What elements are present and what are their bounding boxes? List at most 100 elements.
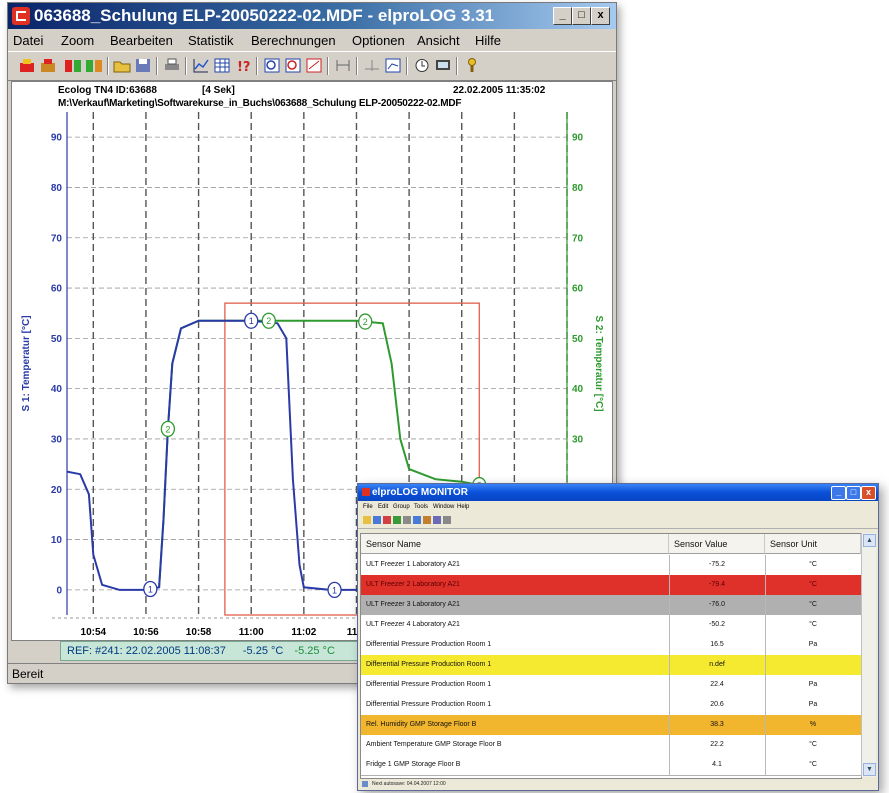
open-folder-icon[interactable] [113, 57, 131, 74]
monitor-menu-tools[interactable]: Tools [414, 504, 428, 510]
close-button[interactable]: x [591, 7, 610, 25]
table-row[interactable]: Differential Pressure Production Room 1 1… [361, 635, 861, 656]
series-marker-label: 2 [165, 424, 170, 434]
info-icon[interactable]: !? [234, 57, 252, 74]
table-row[interactable]: Fridge 1 GMP Storage Floor B 4.1 °C [361, 755, 861, 776]
status-text: Bereit [12, 667, 44, 681]
maximize-button[interactable]: □ [572, 7, 591, 25]
y-left-tick-label: 20 [51, 485, 63, 496]
column-sensor-value[interactable]: Sensor Value [669, 534, 765, 554]
table-view-icon[interactable] [213, 57, 231, 74]
monitor-open-icon[interactable] [363, 516, 371, 524]
monitor-menu-edit[interactable]: Edit [378, 504, 388, 510]
monitor-menu-window[interactable]: Window [433, 504, 454, 510]
monitor-toolbar [358, 514, 878, 529]
print-icon[interactable] [163, 57, 181, 74]
table-row[interactable]: ULT Freezer 2 Laboratory A21 -79.4 °C [361, 575, 861, 596]
menu-datei[interactable]: Datei [13, 33, 43, 48]
menu-bearbeiten[interactable]: Bearbeiten [110, 33, 173, 48]
y-right-axis-title: S 2: Temperatur [°C] [593, 315, 604, 411]
zoom-reset-icon[interactable] [305, 57, 323, 74]
autosave-icon [362, 781, 368, 787]
monitor-maximize-button[interactable]: □ [846, 486, 861, 500]
sensor-value-cell: -50.2 [709, 621, 725, 628]
sensor-name-cell: ULT Freezer 3 Laboratory A21 [366, 601, 460, 608]
column-divider [669, 695, 670, 715]
monitor-alarm-icon[interactable] [383, 516, 391, 524]
y-left-tick-label: 10 [51, 535, 63, 546]
menu-ansicht[interactable]: Ansicht [417, 33, 460, 48]
monitor-refresh-icon[interactable] [393, 516, 401, 524]
zoom-area-icon[interactable] [284, 57, 302, 74]
display-icon[interactable] [434, 57, 452, 74]
y-right-tick-label: 50 [572, 334, 584, 345]
table-row[interactable]: ULT Freezer 4 Laboratory A21 -50.2 °C [361, 615, 861, 636]
monitor-help-icon[interactable] [443, 516, 451, 524]
logger-program-icon[interactable] [39, 57, 57, 74]
monitor-chart-icon[interactable] [413, 516, 421, 524]
sensor-name-cell: Rel. Humidity GMP Storage Floor B [366, 721, 477, 728]
sensor-unit-cell: Pa [808, 681, 818, 688]
logger-read-icon[interactable] [18, 57, 36, 74]
monitor-app-icon [362, 488, 370, 496]
menu-zoom[interactable]: Zoom [61, 33, 94, 48]
sensor-unit-cell: °C [809, 741, 817, 748]
scroll-down-arrow[interactable]: ▼ [863, 763, 876, 776]
chart-view-icon[interactable] [192, 57, 210, 74]
monitor-group-icon[interactable] [423, 516, 431, 524]
monitor-tools-icon[interactable] [433, 516, 441, 524]
zoom-icon[interactable] [263, 57, 281, 74]
multi-program-icon[interactable] [85, 57, 103, 74]
sensor-value-cell: 4.1 [712, 761, 722, 768]
monitor-save-icon[interactable] [373, 516, 381, 524]
monitor-menu-help[interactable]: Help [457, 504, 469, 510]
y-right-tick-label: 30 [572, 434, 584, 445]
table-row[interactable]: ULT Freezer 1 Laboratory A21 -75.2 °C [361, 555, 861, 576]
monitor-close-button[interactable]: x [861, 486, 876, 500]
clock-icon[interactable] [413, 57, 431, 74]
monitor-title-bar[interactable]: elproLOG MONITOR _ □ x [358, 484, 878, 501]
sensor-unit-cell: °C [809, 561, 817, 568]
menu-statistik[interactable]: Statistik [188, 33, 234, 48]
sensor-unit-cell: °C [809, 581, 817, 588]
split-icon[interactable] [334, 57, 352, 74]
table-row[interactable]: Differential Pressure Production Room 1 2… [361, 675, 861, 696]
menu-optionen[interactable]: Optionen [352, 33, 405, 48]
column-sensor-unit[interactable]: Sensor Unit [765, 534, 861, 554]
monitor-settings-icon[interactable] [403, 516, 411, 524]
multi-logger-icon[interactable] [64, 57, 82, 74]
table-row[interactable]: Differential Pressure Production Room 1 n… [361, 655, 861, 676]
table-row[interactable]: ULT Freezer 3 Laboratory A21 -76.0 °C [361, 595, 861, 616]
table-row[interactable]: Differential Pressure Production Room 1 2… [361, 695, 861, 716]
toolbar-separator [406, 57, 408, 75]
save-icon[interactable] [134, 57, 152, 74]
monitor-menu-file[interactable]: File [363, 504, 373, 510]
help-icon[interactable] [463, 57, 481, 74]
monitor-status-text: Next autosave: 04.04.2007 12:00 [372, 781, 446, 787]
menu-berechnungen[interactable]: Berechnungen [251, 33, 336, 48]
reference-text: REF: #241: 22.02.2005 11:08:37 [67, 645, 226, 657]
column-divider [765, 715, 766, 735]
toolbar-separator [356, 57, 358, 75]
menu-hilfe[interactable]: Hilfe [475, 33, 501, 48]
sensor-value-cell: 22.4 [710, 681, 724, 688]
reference-icon[interactable] [363, 57, 381, 74]
scroll-up-arrow[interactable]: ▲ [863, 534, 876, 547]
y-left-tick-label: 80 [51, 183, 63, 194]
sensor-value-cell: 38.3 [710, 721, 724, 728]
scale-icon[interactable] [384, 57, 402, 74]
x-tick-label: 10:58 [186, 627, 212, 638]
column-divider [669, 715, 670, 735]
monitor-menu-group[interactable]: Group [393, 504, 410, 510]
title-bar[interactable]: 063688_Schulung ELP-20050222-02.MDF - el… [8, 3, 616, 29]
vertical-scrollbar[interactable]: ▲ ▼ [861, 533, 876, 777]
monitor-minimize-button[interactable]: _ [831, 486, 846, 500]
table-row[interactable]: Ambient Temperature GMP Storage Floor B 2… [361, 735, 861, 756]
column-divider [765, 595, 766, 615]
column-divider [765, 655, 766, 675]
column-sensor-name[interactable]: Sensor Name [361, 534, 669, 554]
series-marker-label: 2 [266, 316, 271, 326]
table-row[interactable]: Rel. Humidity GMP Storage Floor B 38.3% [361, 715, 861, 736]
column-divider [669, 575, 670, 595]
minimize-button[interactable]: _ [553, 7, 572, 25]
